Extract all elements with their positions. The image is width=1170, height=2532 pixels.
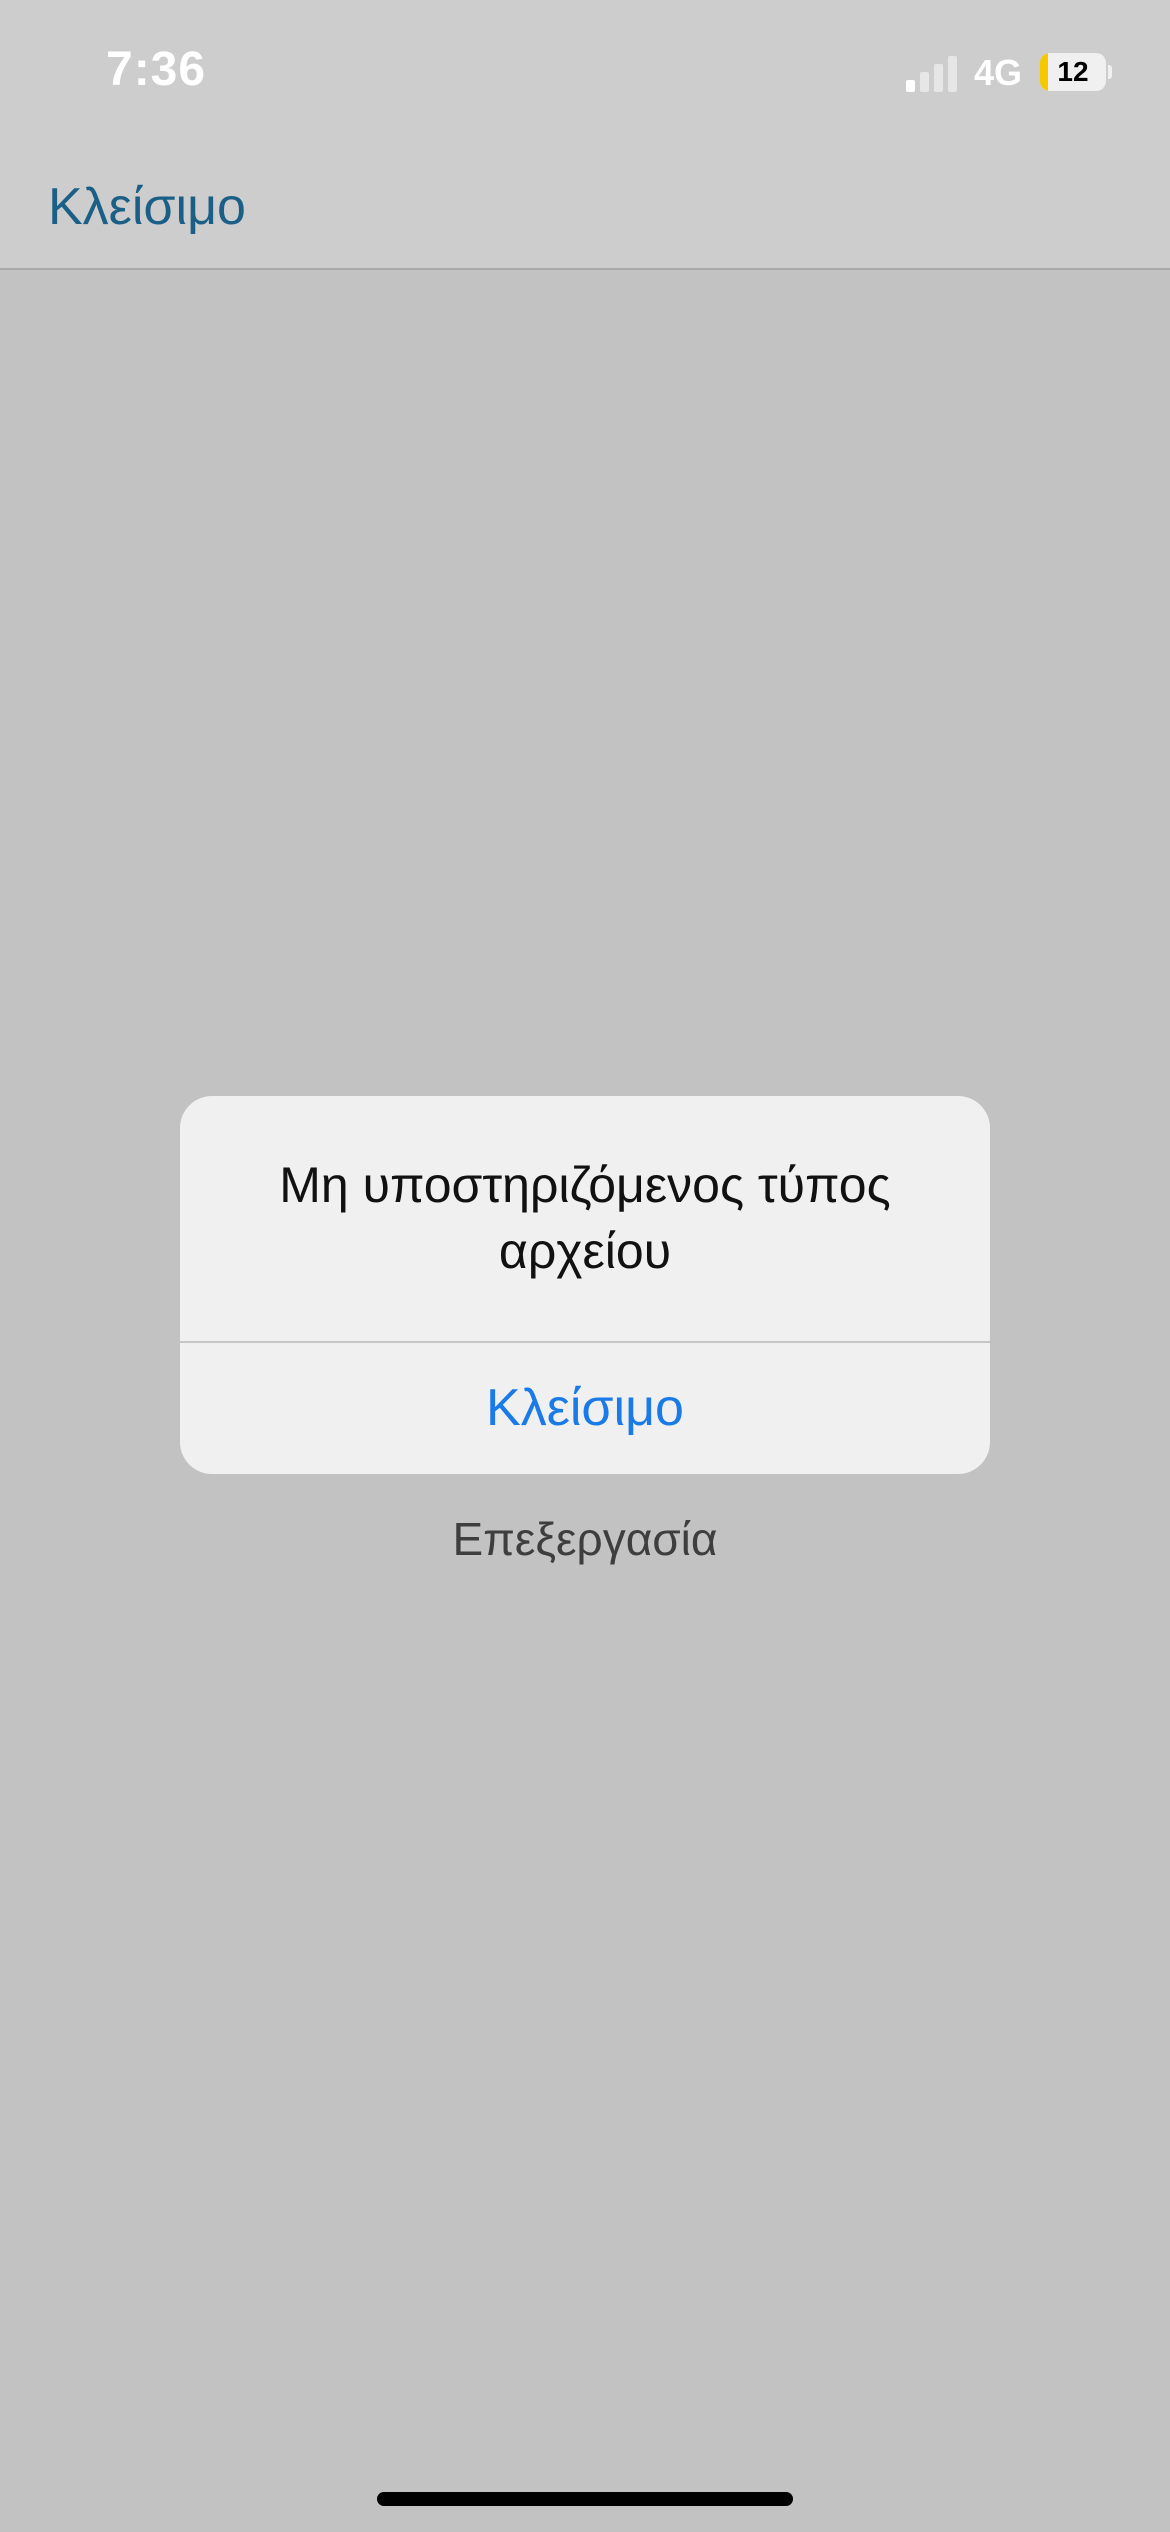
home-indicator[interactable] bbox=[377, 2492, 793, 2506]
status-bar: 7:36 4G 12 bbox=[0, 0, 1170, 150]
alert-dialog: Μη υποστηριζόμενος τύπος αρχείου Κλείσιμ… bbox=[180, 1096, 990, 1474]
signal-bar bbox=[948, 56, 957, 92]
signal-bar bbox=[920, 72, 929, 92]
network-type: 4G bbox=[974, 52, 1023, 93]
signal-bar bbox=[934, 64, 943, 92]
navigation-bar: Κλείσιμο bbox=[0, 150, 1170, 270]
signal-bar bbox=[906, 80, 915, 92]
alert-message: Μη υποστηριζόμενος τύπος αρχείου bbox=[279, 1157, 891, 1279]
cellular-signal-icon bbox=[906, 56, 960, 92]
battery-icon: 12 bbox=[1040, 53, 1106, 91]
battery-tip bbox=[1108, 65, 1112, 79]
alert-close-button[interactable]: Κλείσιμο bbox=[180, 1343, 990, 1474]
status-time: 7:36 bbox=[106, 43, 207, 96]
edit-label[interactable]: Επεξεργασία bbox=[0, 1512, 1170, 1566]
battery-level: 12 bbox=[1057, 56, 1089, 87]
close-button[interactable]: Κλείσιμο bbox=[48, 177, 246, 237]
